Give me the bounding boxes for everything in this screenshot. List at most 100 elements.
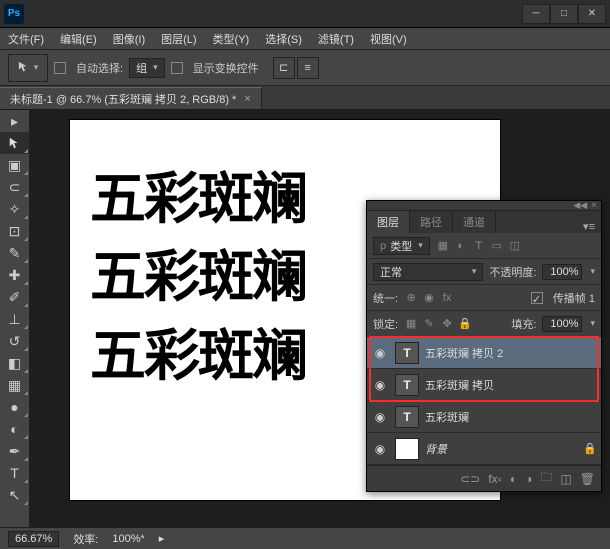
propagate-checkbox[interactable]: ✓ <box>531 292 543 304</box>
lock-pixels-icon[interactable]: ✎ <box>422 317 436 331</box>
visibility-icon[interactable]: ◉ <box>371 410 389 424</box>
delete-layer-icon[interactable]: 🗑 <box>580 472 595 486</box>
filter-pixel-icon[interactable]: ▦ <box>436 239 450 253</box>
menu-type[interactable]: 类型(Y) <box>205 31 258 47</box>
auto-select-dropdown[interactable]: 组 ▾ <box>129 58 165 78</box>
blend-row: 正常 ▾ 不透明度: ▾ <box>367 259 601 285</box>
healing-tool[interactable]: ✚ <box>0 264 29 286</box>
chevron-down-icon[interactable]: ▾ <box>590 318 595 329</box>
align-button-1[interactable]: ⊏ <box>273 57 295 79</box>
magic-wand-tool[interactable]: ✧ <box>0 198 29 220</box>
tab-paths[interactable]: 路径 <box>410 211 453 233</box>
crop-tool[interactable]: ⊡ <box>0 220 29 242</box>
minimize-button[interactable]: ─ <box>522 4 550 24</box>
brush-tool[interactable]: ✐ <box>0 286 29 308</box>
path-tool[interactable]: ↖ <box>0 484 29 506</box>
layer-fx-icon[interactable]: fx▫ <box>488 472 502 486</box>
stamp-tool[interactable]: ⊥ <box>0 308 29 330</box>
layer-name[interactable]: 五彩斑斓 拷贝 2 <box>425 345 503 361</box>
filter-shape-icon[interactable]: ▭ <box>490 239 504 253</box>
lock-transparency-icon[interactable]: ▦ <box>404 317 418 331</box>
lock-position-icon[interactable]: ✥ <box>440 317 454 331</box>
show-transform-checkbox[interactable] <box>171 62 183 74</box>
tab-channels[interactable]: 通道 <box>453 211 496 233</box>
layer-thumb-text: T <box>395 374 419 396</box>
align-button-2[interactable]: ≡ <box>297 57 319 79</box>
panel-collapse-icon[interactable]: ◀◀ <box>573 200 587 211</box>
layer-name[interactable]: 五彩斑斓 <box>425 409 469 425</box>
move-tool[interactable] <box>0 132 29 154</box>
blur-tool[interactable]: ● <box>0 396 29 418</box>
menu-image[interactable]: 图像(I) <box>105 31 153 47</box>
panel-footer: ⊂⊃ fx▫ ◐ ◑ 🗀 ◫ 🗑 <box>367 465 601 491</box>
opacity-label: 不透明度: <box>489 264 536 280</box>
layer-mask-icon[interactable]: ◐ <box>510 472 517 486</box>
opacity-input[interactable] <box>542 264 582 280</box>
unify-row: 统一: ⊕ ◉ fx ✓ 传播帧 1 <box>367 285 601 311</box>
unify-visibility-icon[interactable]: ◉ <box>422 291 436 305</box>
filter-type-icon[interactable]: T <box>472 239 486 253</box>
filter-smart-icon[interactable]: ◫ <box>508 239 522 253</box>
lock-label: 锁定: <box>373 316 398 332</box>
tool-preset-picker[interactable]: ▾ <box>8 54 48 82</box>
marquee-tool[interactable]: ▣ <box>0 154 29 176</box>
show-transform-label: 显示变换控件 <box>193 60 259 76</box>
close-button[interactable]: ✕ <box>578 4 606 24</box>
menu-edit[interactable]: 编辑(E) <box>52 31 105 47</box>
panel-menu-icon[interactable]: ▾≡ <box>577 220 601 233</box>
zoom-field[interactable]: 66.67% <box>8 531 59 547</box>
unify-position-icon[interactable]: ⊕ <box>404 291 418 305</box>
type-tool[interactable]: T <box>0 462 29 484</box>
visibility-icon[interactable]: ◉ <box>371 346 389 360</box>
group-icon[interactable]: 🗀 <box>540 468 552 489</box>
layer-thumb-text: T <box>395 342 419 364</box>
layer-item[interactable]: ◉ T 五彩斑斓 拷贝 2 <box>367 337 601 369</box>
dodge-tool[interactable]: ◐ <box>0 418 29 440</box>
adjustment-layer-icon[interactable]: ◑ <box>525 472 532 486</box>
layer-item[interactable]: ◉ T 五彩斑斓 拷贝 <box>367 369 601 401</box>
menu-select[interactable]: 选择(S) <box>257 31 310 47</box>
menu-layer[interactable]: 图层(L) <box>153 31 204 47</box>
filter-adjust-icon[interactable]: ◐ <box>454 239 468 253</box>
layer-name[interactable]: 五彩斑斓 拷贝 <box>425 377 494 393</box>
tab-layers[interactable]: 图层 <box>367 211 410 233</box>
visibility-icon[interactable]: ◉ <box>371 378 389 392</box>
close-tab-icon[interactable]: × <box>244 93 250 105</box>
layer-item[interactable]: ◉ 背景 🔒 <box>367 433 601 465</box>
auto-select-value: 组 <box>136 60 147 76</box>
pen-tool[interactable]: ✒ <box>0 440 29 462</box>
unify-label: 统一: <box>373 290 398 306</box>
eyedropper-tool[interactable]: ✎ <box>0 242 29 264</box>
panel-close-icon[interactable]: × <box>591 200 597 211</box>
link-layers-icon[interactable]: ⊂⊃ <box>460 472 480 486</box>
fill-input[interactable] <box>542 316 582 332</box>
lasso-tool[interactable]: ⊂ <box>0 176 29 198</box>
menu-filter[interactable]: 滤镜(T) <box>310 31 362 47</box>
auto-select-checkbox[interactable] <box>54 62 66 74</box>
maximize-button[interactable]: □ <box>550 4 578 24</box>
efficiency-value: 100%* <box>112 533 144 545</box>
history-brush-tool[interactable]: ↺ <box>0 330 29 352</box>
filter-type-dropdown[interactable]: ρ 类型 ▾ <box>373 237 430 255</box>
menu-file[interactable]: 文件(F) <box>0 31 52 47</box>
blend-mode-dropdown[interactable]: 正常 ▾ <box>373 263 483 281</box>
panel-drag-handle[interactable]: ◀◀ × <box>367 201 601 211</box>
layer-thumb-text: T <box>395 406 419 428</box>
layer-name[interactable]: 背景 <box>425 441 447 457</box>
layer-item[interactable]: ◉ T 五彩斑斓 <box>367 401 601 433</box>
tool-toggle[interactable]: ▸ <box>0 110 29 132</box>
efficiency-label: 效率: <box>73 531 98 547</box>
unify-style-icon[interactable]: fx <box>440 291 454 305</box>
document-tab[interactable]: 未标题-1 @ 66.7% (五彩斑斓 拷贝 2, RGB/8) * × <box>0 87 262 109</box>
lock-all-icon[interactable]: 🔒 <box>458 317 472 331</box>
new-layer-icon[interactable]: ◫ <box>560 472 571 486</box>
eraser-tool[interactable]: ◧ <box>0 352 29 374</box>
menu-view[interactable]: 视图(V) <box>362 31 415 47</box>
chevron-down-icon[interactable]: ▾ <box>590 266 595 277</box>
propagate-label: 传播帧 1 <box>553 290 595 306</box>
visibility-icon[interactable]: ◉ <box>371 442 389 456</box>
gradient-tool[interactable]: ▦ <box>0 374 29 396</box>
status-chevron-icon[interactable]: ▸ <box>159 532 165 545</box>
app-logo: Ps <box>4 4 24 24</box>
panel-tabs: 图层 路径 通道 ▾≡ <box>367 211 601 233</box>
